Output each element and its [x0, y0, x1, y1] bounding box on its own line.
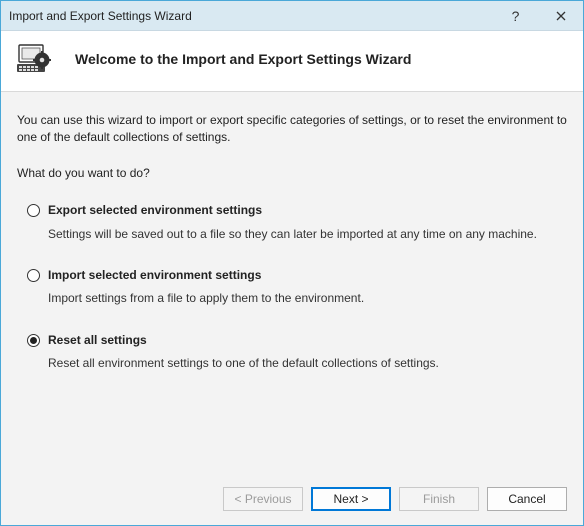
body-area: You can use this wizard to import or exp…	[1, 92, 583, 473]
cancel-button[interactable]: Cancel	[487, 487, 567, 511]
window-title: Import and Export Settings Wizard	[9, 9, 493, 23]
option-export-desc: Settings will be saved out to a file so …	[48, 226, 567, 243]
option-reset-row[interactable]: Reset all settings	[27, 332, 567, 349]
radio-reset[interactable]	[27, 334, 40, 347]
option-export-label: Export selected environment settings	[48, 202, 262, 219]
prompt-text: What do you want to do?	[17, 165, 567, 182]
option-reset-label: Reset all settings	[48, 332, 147, 349]
title-bar: Import and Export Settings Wizard ?	[1, 1, 583, 31]
header-area: Welcome to the Import and Export Setting…	[1, 31, 583, 92]
footer-area: < Previous Next > Finish Cancel	[1, 473, 583, 525]
previous-button: < Previous	[223, 487, 303, 511]
radio-export[interactable]	[27, 204, 40, 217]
next-button[interactable]: Next >	[311, 487, 391, 511]
option-import-row[interactable]: Import selected environment settings	[27, 267, 567, 284]
option-import: Import selected environment settings Imp…	[17, 267, 567, 308]
help-icon: ?	[512, 8, 520, 24]
close-button[interactable]	[538, 1, 583, 30]
radio-import[interactable]	[27, 269, 40, 282]
help-button[interactable]: ?	[493, 1, 538, 30]
finish-button: Finish	[399, 487, 479, 511]
wizard-window: Import and Export Settings Wizard ?	[0, 0, 584, 526]
option-export: Export selected environment settings Set…	[17, 202, 567, 243]
intro-text: You can use this wizard to import or exp…	[17, 112, 567, 147]
option-import-label: Import selected environment settings	[48, 267, 261, 284]
option-reset-desc: Reset all environment settings to one of…	[48, 355, 567, 372]
close-icon	[556, 8, 566, 24]
page-title: Welcome to the Import and Export Setting…	[75, 51, 411, 67]
option-export-row[interactable]: Export selected environment settings	[27, 202, 567, 219]
option-import-desc: Import settings from a file to apply the…	[48, 290, 567, 307]
option-reset: Reset all settings Reset all environment…	[17, 332, 567, 373]
wizard-icon	[17, 43, 51, 75]
